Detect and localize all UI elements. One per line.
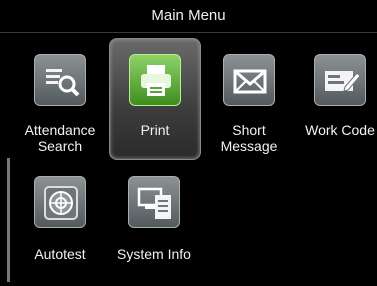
menu-item-attendance-search[interactable]: Attendance Search [15, 38, 105, 158]
work-code-icon [314, 54, 366, 106]
menu-item-label: Print [140, 122, 170, 138]
print-icon [129, 54, 181, 106]
page-title: Main Menu [0, 0, 377, 33]
scrollbar[interactable] [7, 158, 10, 282]
menu-item-label: Short Message [220, 122, 278, 154]
system-info-icon [128, 176, 180, 228]
autotest-icon [34, 176, 86, 228]
menu-item-label: System Info [117, 246, 191, 262]
menu-item-label: Autotest [34, 246, 86, 262]
message-icon [223, 54, 275, 106]
menu-item-system-info[interactable]: System Info [109, 160, 199, 280]
menu-item-short-message[interactable]: Short Message [204, 38, 294, 158]
menu-item-autotest[interactable]: Autotest [15, 160, 105, 280]
menu-item-print[interactable]: Print [109, 38, 201, 160]
menu-item-work-code[interactable]: Work Code [295, 38, 377, 158]
menu-item-label: Attendance Search [24, 122, 96, 154]
attendance-search-icon [34, 54, 86, 106]
menu-item-label: Work Code [305, 122, 375, 138]
